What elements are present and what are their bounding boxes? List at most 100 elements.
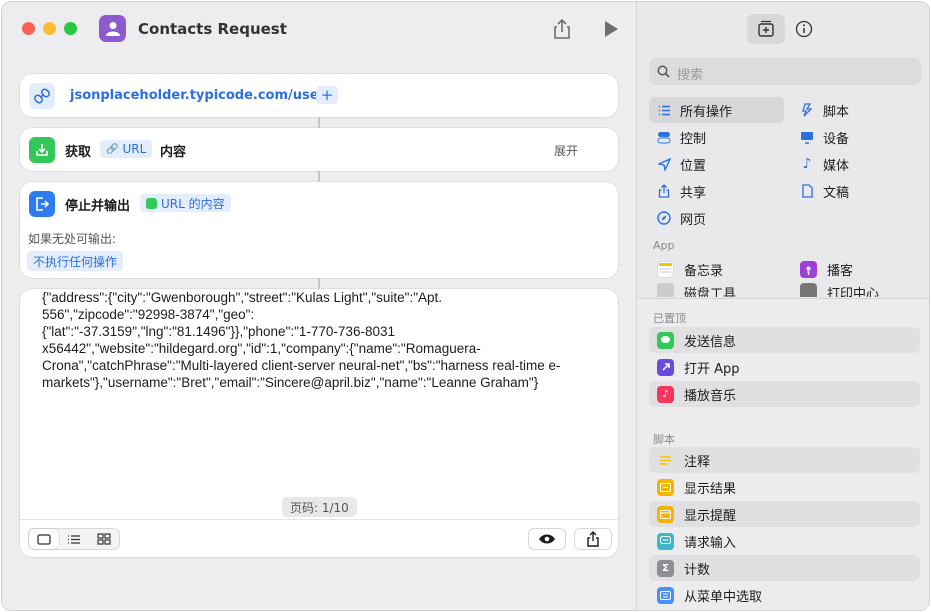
action-play-music[interactable]: ♪ 播放音乐 [649,381,920,407]
download-icon [146,197,157,209]
app-section-title: App [653,239,675,252]
category-sharing[interactable]: 共享 [649,178,784,204]
alert-icon [657,505,674,523]
single-view-icon[interactable] [29,529,59,549]
category-label: 位置 [680,158,707,174]
category-label: 共享 [680,185,707,201]
display-icon [800,130,814,144]
link-icon [29,83,55,109]
url-value[interactable]: jsonplaceholder.typicode.com/users [64,86,339,104]
sigma-icon: Σ [657,559,674,577]
list-icon [657,103,671,117]
action-label: 播放音乐 [684,388,737,404]
page-indicator: 页码: 1/10 [282,497,357,517]
category-media[interactable]: ♪ 媒体 [792,151,922,177]
category-documents[interactable]: 文稿 [792,178,922,204]
category-label: 脚本 [823,104,850,120]
download-icon [29,137,55,163]
zoom-button[interactable] [64,22,77,35]
action-send-message[interactable]: 发送信息 [649,327,920,353]
output-text: {"address":{"city":"Gwenborough","street… [42,290,561,390]
action-label: 打开 App [684,361,740,377]
app-print-center[interactable]: 打印中心 [792,283,922,297]
podcasts-icon [800,260,817,278]
action-label: 发送信息 [684,334,737,350]
category-all-actions[interactable]: 所有操作 [649,97,784,123]
action-count[interactable]: Σ 计数 [649,555,920,581]
exit-icon [29,191,55,217]
view-mode-control[interactable] [28,528,120,550]
url-token[interactable]: 🔗 URL [100,140,153,158]
search-icon [657,65,670,78]
stop-output-card[interactable]: 停止并输出 URL 的内容 如果无处可输出: 不执行任何操作 [20,182,618,278]
action-label: 显示提醒 [684,508,737,524]
pinned-section-title: 已置顶 [653,312,686,325]
url-contents-token[interactable]: URL 的内容 [140,194,231,212]
action-label: 注释 [684,454,711,470]
connector-line [318,117,320,128]
script-icon [800,103,814,117]
grid-view-icon[interactable] [89,529,119,549]
expand-button[interactable]: 展开 [554,142,578,159]
app-disk-utility[interactable]: 磁盘工具 [649,283,784,297]
action-ask-for-input[interactable]: 请求输入 [649,528,920,554]
action-comment[interactable]: 注释 [649,447,920,473]
doc-icon [800,184,814,198]
action-label: 请求输入 [684,535,737,551]
app-label: 备忘录 [684,263,724,279]
output-share-icon[interactable] [574,528,612,550]
search-placeholder: 搜索 [677,68,704,83]
music-icon: ♪ [657,385,674,403]
run-icon[interactable] [605,21,618,37]
shortcuts-window: Contacts Request jsonplaceholder.typicod… [1,1,930,611]
get-suffix: 内容 [160,145,187,160]
music-note-icon: ♪ [802,156,812,172]
app-label: 打印中心 [827,287,880,297]
category-label: 设备 [823,131,850,147]
action-open-app[interactable]: 打开 App [649,354,920,380]
close-button[interactable] [22,22,35,35]
app-label: 磁盘工具 [684,287,737,297]
category-device[interactable]: 设备 [792,124,922,150]
fallback-value[interactable]: 不执行任何操作 [27,251,124,271]
info-icon[interactable] [785,14,823,44]
action-show-alert[interactable]: 显示提醒 [649,501,920,527]
preview-eye-icon[interactable] [528,528,566,550]
arrow-up-right-icon [657,358,674,376]
category-controls[interactable]: 控制 [649,124,784,150]
stop-label: 停止并输出 [65,199,131,214]
category-scripting[interactable]: 脚本 [792,97,922,123]
show-result-icon [657,478,674,496]
app-label: 播客 [827,263,854,279]
action-search-input[interactable]: 搜索 [649,58,921,85]
url-contents-token-label: URL 的内容 [161,196,225,211]
printer-icon [800,283,817,297]
share-icon [657,184,671,198]
share-icon[interactable] [552,18,572,40]
app-podcasts[interactable]: 播客 [792,256,922,282]
connector-line [318,171,320,182]
app-notes[interactable]: 备忘录 [649,256,784,282]
minimize-button[interactable] [43,22,56,35]
url-action-card[interactable]: jsonplaceholder.typicode.com/users + [20,74,618,117]
get-contents-card[interactable]: 获取 🔗 URL 内容 展开 [20,128,618,171]
list-view-icon[interactable] [59,529,89,549]
actions-sidebar: 搜索 所有操作 脚本 控制 设备 位置 ♪ 媒体 共享 文稿 网页 App 备忘… [636,2,929,610]
window-title: Contacts Request [138,20,287,38]
location-icon [657,157,671,171]
output-toolbar [20,519,618,557]
suggested-actions-list: 已置顶 发送信息 打开 App ♪ 播放音乐 脚本 注释 显示结果 显示提醒 请… [637,298,929,610]
url-token-label: URL [122,142,147,156]
action-choose-from-menu[interactable]: 从菜单中选取 [649,582,920,608]
output-card: {"address":{"city":"Gwenborough","street… [20,289,618,557]
action-show-result[interactable]: 显示结果 [649,474,920,500]
category-location[interactable]: 位置 [649,151,784,177]
category-label: 文稿 [823,185,850,201]
category-web[interactable]: 网页 [649,205,784,231]
action-library-icon[interactable] [747,14,785,44]
notes-icon [657,260,674,278]
add-url-button[interactable]: + [316,86,338,104]
link-icon: 🔗 [106,143,119,155]
action-label: 计数 [684,562,711,578]
toggle-icon [657,130,671,144]
